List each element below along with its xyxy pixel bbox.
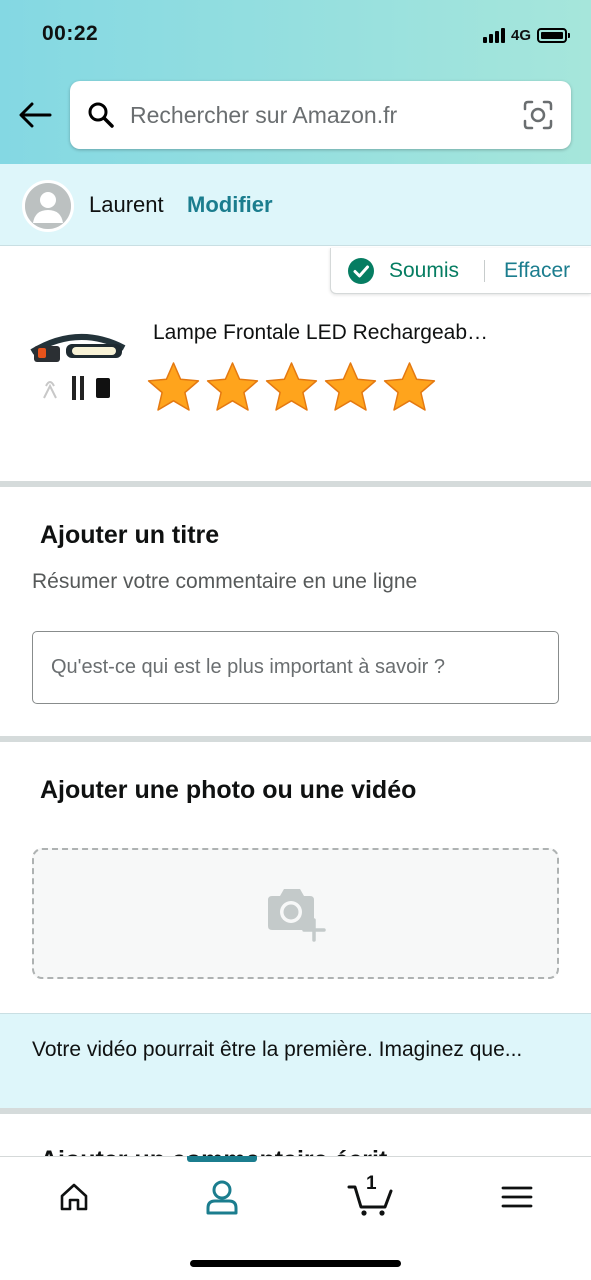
active-tab-indicator [187,1156,257,1162]
search-icon [86,100,116,130]
status-time: 00:22 [42,22,99,45]
edit-profile-link[interactable]: Modifier [187,192,273,218]
nav-cart[interactable]: 1 [346,1173,396,1217]
media-section-heading: Ajouter une photo ou une vidéo [40,776,417,804]
star-icon[interactable] [263,360,320,414]
nav-menu[interactable] [495,1177,539,1217]
submission-status: Soumis Effacer [330,248,591,294]
header-background: 00:22 4G [0,0,591,164]
status-icons: 4G [482,25,570,45]
review-title-input[interactable] [33,656,558,679]
star-rating[interactable] [145,360,438,414]
chip-divider [484,260,485,282]
section-divider [0,481,591,487]
search-input[interactable] [130,101,500,129]
clear-button[interactable]: Effacer [504,259,570,283]
star-icon[interactable] [145,360,202,414]
home-icon [60,1183,88,1211]
signal-icon [482,27,505,43]
star-icon[interactable] [204,360,261,414]
video-banner[interactable]: Votre vidéo pourrait être la première. I… [0,1013,591,1108]
camera-search-icon[interactable] [523,100,553,130]
video-banner-text: Votre vidéo pourrait être la première. I… [32,1038,523,1061]
back-arrow-icon [19,102,52,128]
profile-bar: Laurent Modifier [0,164,591,246]
avatar [22,180,74,232]
title-section-subheading: Résumer votre commentaire en une ligne [32,570,418,593]
profile-name: Laurent [89,192,164,217]
media-upload-area[interactable] [32,848,559,979]
product-image [30,333,126,400]
network-type: 4G [510,26,531,44]
star-icon[interactable] [322,360,379,414]
submitted-label: Soumis [389,259,460,282]
back-button[interactable] [16,98,54,132]
battery-icon [537,27,570,43]
menu-icon [501,1186,533,1208]
nav-account[interactable] [200,1177,244,1217]
nav-home[interactable] [52,1177,96,1217]
product-title: Lampe Frontale LED Rechargeab… [153,321,489,344]
home-indicator[interactable] [190,1260,401,1267]
section-divider [0,736,591,742]
check-circle-icon [348,258,374,284]
status-bar: 00:22 4G [0,0,591,70]
star-icon[interactable] [381,360,438,414]
search-bar[interactable] [70,81,571,149]
title-section-heading: Ajouter un titre [40,521,220,549]
section-divider [0,1108,591,1114]
review-title-field[interactable] [32,631,559,704]
add-photo-icon [268,889,326,942]
search-row [0,80,591,150]
cart-count: 1 [366,1173,377,1194]
user-silhouette-icon [25,183,71,229]
account-icon [206,1180,238,1215]
